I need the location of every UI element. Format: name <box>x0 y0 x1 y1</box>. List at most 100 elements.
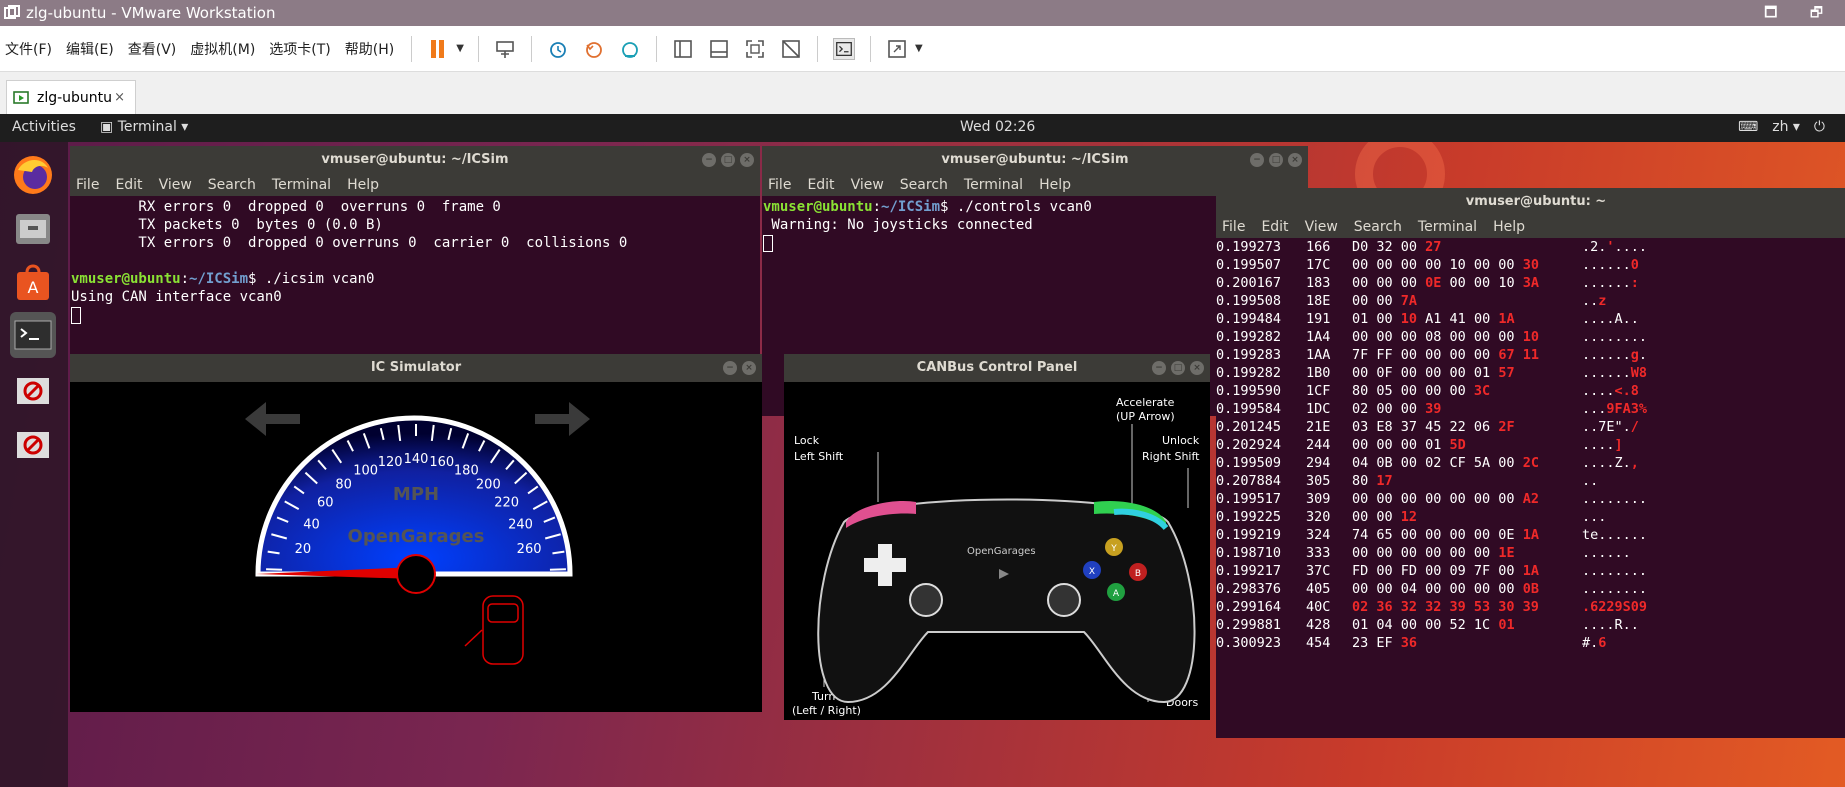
close-icon[interactable]: × <box>114 90 125 105</box>
right-turn-signal-icon <box>535 402 590 436</box>
close-icon[interactable]: × <box>740 153 754 167</box>
frame-id: 324 <box>1306 527 1331 543</box>
menu-search[interactable]: Search <box>208 177 256 193</box>
menu-edit[interactable]: Edit <box>807 177 834 193</box>
speedometer-unit: MPH <box>393 484 439 505</box>
blocked-app-icon[interactable] <box>10 422 56 468</box>
frame-id: 183 <box>1306 275 1331 291</box>
menu-help[interactable]: Help <box>1039 177 1071 193</box>
activities-button[interactable]: Activities <box>12 119 76 135</box>
stretch-icon[interactable] <box>886 38 908 60</box>
can-traffic-list[interactable]: 0.199273 166 D0 32 00 27 .2.'.... 0.199507 17… <box>1216 238 1845 652</box>
power-icon[interactable]: ⏻ <box>1814 119 1825 135</box>
menu-view[interactable]: View <box>1305 219 1338 235</box>
window-titlebar[interactable]: vmuser@ubuntu: ~/ICSim − □ × <box>70 146 760 174</box>
window-title: IC Simulator <box>370 360 462 375</box>
terminal-window-candump[interactable]: vmuser@ubuntu: ~ File Edit View Search T… <box>1216 188 1845 738</box>
left-stick[interactable] <box>909 583 943 617</box>
frame-id: 305 <box>1306 473 1331 489</box>
chevron-down-icon[interactable]: ▼ <box>456 43 464 54</box>
menu-file[interactable]: File <box>768 177 791 193</box>
software-center-icon[interactable]: A <box>10 260 56 306</box>
terminal-output[interactable]: RX errors 0 dropped 0 overruns 0 frame 0… <box>70 196 760 324</box>
window-titlebar[interactable]: vmuser@ubuntu: ~/ICSim − □ × <box>762 146 1308 174</box>
files-icon[interactable] <box>10 206 56 252</box>
snapshot-icon[interactable] <box>547 38 569 60</box>
console-view-icon[interactable] <box>708 38 730 60</box>
keyboard-icon[interactable]: ⌨ <box>1738 119 1758 135</box>
snapshot-manager-icon[interactable] <box>619 38 641 60</box>
window-controls[interactable]: 🗖 🗗 <box>1764 2 1837 26</box>
gamepad-panel[interactable]: Lock Left Shift Accelerate (UP Arrow) Un… <box>784 382 1210 720</box>
app-menu[interactable]: ▣ Terminal ▾ <box>100 119 188 135</box>
menu-file[interactable]: 文件(F) <box>5 39 52 59</box>
close-icon[interactable]: × <box>742 361 756 375</box>
close-icon[interactable]: × <box>1190 361 1204 375</box>
speed-tick-label: 100 <box>353 463 378 478</box>
menu-view[interactable]: View <box>851 177 884 193</box>
frame-ascii: ....Z., <box>1582 455 1639 471</box>
gamepad-brand: OpenGarages <box>967 546 1036 557</box>
minimize-icon[interactable]: − <box>1152 361 1166 375</box>
maximize-icon[interactable]: □ <box>1269 153 1283 167</box>
cursor <box>71 306 81 324</box>
blocked-app-icon[interactable] <box>10 368 56 414</box>
clock[interactable]: Wed 02:26 <box>960 119 1035 135</box>
menu-search[interactable]: Search <box>1354 219 1402 235</box>
chevron-down-icon[interactable]: ▼ <box>915 43 923 54</box>
maximize-icon[interactable]: □ <box>721 153 735 167</box>
menu-file[interactable]: File <box>76 177 99 193</box>
minimize-icon[interactable]: − <box>1250 153 1264 167</box>
frame-timestamp: 0.199282 <box>1216 365 1282 381</box>
ic-simulator-window[interactable]: IC Simulator − × 20 40 60 80 100 120 140 160 180 20… <box>70 354 762 712</box>
tab-zlg-ubuntu[interactable]: zlg-ubuntu × <box>6 80 136 114</box>
minimize-icon[interactable]: − <box>723 361 737 375</box>
menu-search[interactable]: Search <box>900 177 948 193</box>
menu-edit[interactable]: 编辑(E) <box>66 39 114 59</box>
frame-timestamp: 0.198710 <box>1216 545 1282 561</box>
unity-icon[interactable] <box>780 38 802 60</box>
language-indicator[interactable]: zh ▾ <box>1772 119 1800 135</box>
maximize-icon[interactable]: □ <box>1171 361 1185 375</box>
toolbar-separator <box>816 35 818 62</box>
menu-help[interactable]: Help <box>1493 219 1525 235</box>
menu-terminal[interactable]: Terminal <box>272 177 331 193</box>
menu-vm[interactable]: 虚拟机(M) <box>190 39 255 59</box>
output-line: TX errors 0 dropped 0 overruns 0 carrier… <box>71 235 628 251</box>
toolbar-separator <box>477 35 479 62</box>
send-ctrl-alt-del-icon[interactable] <box>494 38 516 60</box>
terminal-app-icon[interactable] <box>10 312 56 358</box>
canbus-control-panel-window[interactable]: CANBus Control Panel − □ × Lock Left Shift … <box>784 354 1210 720</box>
menu-edit[interactable]: Edit <box>1261 219 1288 235</box>
frame-id: 1A4 <box>1306 329 1331 345</box>
can-frame-row: 0.199217 37C FD 00 FD 00 09 7F 00 1A......… <box>1216 562 1845 580</box>
menu-help[interactable]: Help <box>347 177 379 193</box>
frame-bytes: 00 00 00 0E 00 00 10 3A <box>1352 275 1539 291</box>
menu-help[interactable]: 帮助(H) <box>345 39 394 59</box>
fullscreen-icon[interactable] <box>744 38 766 60</box>
frame-ascii: ...... <box>1582 545 1631 561</box>
speed-tick-label: 240 <box>508 518 533 533</box>
menu-view[interactable]: View <box>159 177 192 193</box>
minimize-icon[interactable]: − <box>702 153 716 167</box>
menu-tabs[interactable]: 选项卡(T) <box>269 39 330 59</box>
menu-terminal[interactable]: Terminal <box>964 177 1023 193</box>
frame-ascii: ....A.. <box>1582 311 1639 327</box>
close-icon[interactable]: × <box>1288 153 1302 167</box>
right-stick[interactable] <box>1047 583 1081 617</box>
menu-edit[interactable]: Edit <box>115 177 142 193</box>
terminal-icon[interactable] <box>832 37 855 60</box>
window-titlebar[interactable]: CANBus Control Panel − □ × <box>784 354 1210 382</box>
revert-snapshot-icon[interactable] <box>583 38 605 60</box>
window-titlebar[interactable]: IC Simulator − × <box>70 354 762 382</box>
window-titlebar[interactable]: vmuser@ubuntu: ~ <box>1216 188 1845 216</box>
frame-id: 405 <box>1306 581 1331 597</box>
menu-file[interactable]: File <box>1222 219 1245 235</box>
menu-view[interactable]: 查看(V) <box>128 39 177 59</box>
firefox-icon[interactable] <box>10 152 56 198</box>
gnome-topbar: Activities ▣ Terminal ▾ Wed 02:26 ⌨ zh ▾… <box>0 114 1845 142</box>
menu-terminal[interactable]: Terminal <box>1418 219 1477 235</box>
pause-icon[interactable] <box>427 38 449 60</box>
can-frame-row: 0.207884 305 80 17.. <box>1216 472 1845 490</box>
sidebar-view-icon[interactable] <box>672 38 694 60</box>
